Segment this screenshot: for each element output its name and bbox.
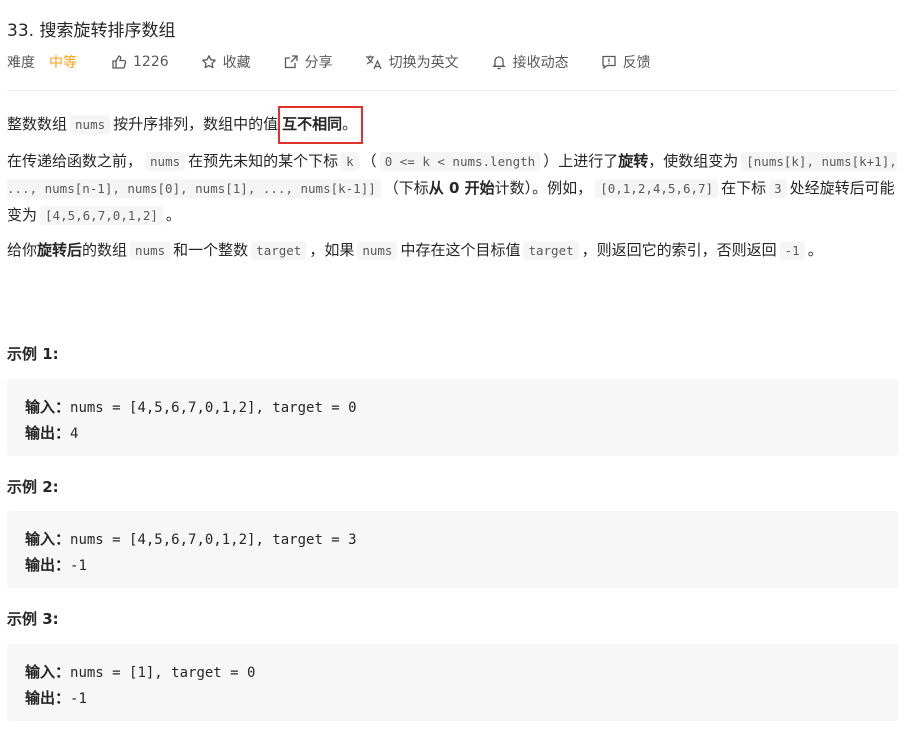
input-label: 输入： xyxy=(25,663,71,681)
text: 按升序排列，数组中的值 xyxy=(113,115,279,133)
inline-code: [0,1,2,4,5,6,7] xyxy=(595,179,719,198)
example-1-block: 输入：nums = [4,5,6,7,0,1,2], target = 0 输出… xyxy=(7,379,898,456)
thumbs-up-icon xyxy=(112,55,127,69)
input-label: 输入： xyxy=(25,398,71,416)
description-paragraph-2: 在传递给函数之前， nums 在预先未知的某个下标 k （0 <= k < nums.l… xyxy=(7,148,898,229)
inline-code: [4,5,6,7,0,1,2] xyxy=(40,206,163,225)
emphasis-rotated: 旋转后 xyxy=(37,241,83,259)
input-value: nums = [4,5,6,7,0,1,2], target = 0 xyxy=(70,400,357,416)
text: 在预先未知的某个下标 xyxy=(188,152,339,170)
output-value: 4 xyxy=(70,426,79,442)
example-output-line: 输出：4 xyxy=(25,420,880,446)
subscribe-label: 接收动态 xyxy=(512,55,569,71)
text: ，则返回它的索引，否则返回 xyxy=(581,241,777,259)
emphasis-rotate: 旋转 xyxy=(618,152,649,170)
text: 在传递给函数之前， xyxy=(7,152,143,170)
bell-icon xyxy=(491,56,506,70)
feedback-button[interactable]: 反馈 xyxy=(601,52,651,72)
text: 中存在这个目标值 xyxy=(400,241,521,259)
output-label: 输出： xyxy=(25,556,71,574)
star-icon xyxy=(201,55,216,69)
output-label: 输出： xyxy=(25,424,71,442)
difficulty-badge: 中等 xyxy=(49,55,77,71)
text: 给你 xyxy=(7,241,38,259)
translate-icon xyxy=(365,55,382,70)
subscribe-button[interactable]: 接收动态 xyxy=(491,52,569,72)
example-output-line: 输出：-1 xyxy=(25,685,880,711)
text: （ xyxy=(361,152,377,170)
language-switch-button[interactable]: 切换为英文 xyxy=(365,52,459,72)
text: ）上进行了 xyxy=(543,152,619,170)
inline-code: -1 xyxy=(779,241,805,260)
text: 整数数组 xyxy=(7,115,68,133)
problem-title: 33. 搜索旋转排序数组 xyxy=(7,21,176,41)
text: 计数）。例如， xyxy=(494,179,593,197)
text: 的数组 xyxy=(82,241,128,259)
favorite-label: 收藏 xyxy=(222,55,251,71)
text: ，如果 xyxy=(309,241,355,259)
favorite-button[interactable]: 收藏 xyxy=(201,52,251,72)
text: ，使数组变为 xyxy=(648,152,739,170)
share-icon xyxy=(284,55,298,69)
highlight-box: 互不相同。 xyxy=(278,106,364,144)
share-button[interactable]: 分享 xyxy=(283,52,333,72)
inline-code: target xyxy=(523,241,579,260)
description-paragraph-3: 给你旋转后的数组 nums 和一个整数 target ，如果 nums 中存在这个目标值 ta… xyxy=(7,237,857,264)
text: （下标 xyxy=(383,179,429,197)
example-2-title: 示例 2: xyxy=(7,478,59,496)
example-2-block: 输入：nums = [4,5,6,7,0,1,2], target = 3 输出… xyxy=(7,511,898,588)
difficulty-label: 难度 xyxy=(7,55,35,71)
share-label: 分享 xyxy=(304,55,333,71)
description-paragraph-1: 整数数组 nums 按升序排列，数组中的值 互不相同。 xyxy=(7,106,898,144)
output-label: 输出： xyxy=(25,689,71,707)
input-label: 输入： xyxy=(25,530,71,548)
example-input-line: 输入：nums = [4,5,6,7,0,1,2], target = 0 xyxy=(25,394,880,420)
example-3-block: 输入：nums = [1], target = 0 输出：-1 xyxy=(7,644,898,721)
inline-code: nums xyxy=(130,241,171,260)
problem-meta-bar: 难度 中等 1226 收藏 分享 切换为英文 接收动态 反馈 xyxy=(7,50,683,74)
emphasis-zero-index: 从 0 开始 xyxy=(428,179,495,197)
inline-code: target xyxy=(251,241,307,260)
output-value: -1 xyxy=(70,691,87,707)
header-divider xyxy=(7,90,898,91)
output-value: -1 xyxy=(70,558,87,574)
feedback-icon xyxy=(601,55,616,70)
text: 。 xyxy=(165,206,181,224)
like-count: 1226 xyxy=(133,54,169,70)
example-input-line: 输入：nums = [4,5,6,7,0,1,2], target = 3 xyxy=(25,526,880,552)
problem-page: 33. 搜索旋转排序数组 难度 中等 1226 收藏 分享 切换为英文 接收动态… xyxy=(0,0,922,756)
inline-code: 3 xyxy=(769,179,787,198)
input-value: nums = [1], target = 0 xyxy=(70,665,256,681)
like-button[interactable]: 1226 xyxy=(111,54,169,70)
language-switch-label: 切换为英文 xyxy=(388,55,459,71)
text: 和一个整数 xyxy=(173,241,249,259)
inline-code: k xyxy=(341,152,359,171)
example-3-title: 示例 3: xyxy=(7,610,59,628)
inline-code: nums xyxy=(357,241,398,260)
example-input-line: 输入：nums = [1], target = 0 xyxy=(25,659,880,685)
inline-code: nums xyxy=(70,115,111,134)
emphasis-distinct: 互不相同 xyxy=(282,115,343,133)
inline-code: 0 <= k < nums.length xyxy=(379,152,541,171)
text: 在下标 xyxy=(721,179,767,197)
feedback-label: 反馈 xyxy=(622,55,651,71)
inline-code: nums xyxy=(145,152,186,171)
example-output-line: 输出：-1 xyxy=(25,552,880,578)
example-1-title: 示例 1: xyxy=(7,345,59,363)
input-value: nums = [4,5,6,7,0,1,2], target = 3 xyxy=(70,532,357,548)
text: 。 xyxy=(807,241,823,259)
text: 。 xyxy=(342,115,358,133)
